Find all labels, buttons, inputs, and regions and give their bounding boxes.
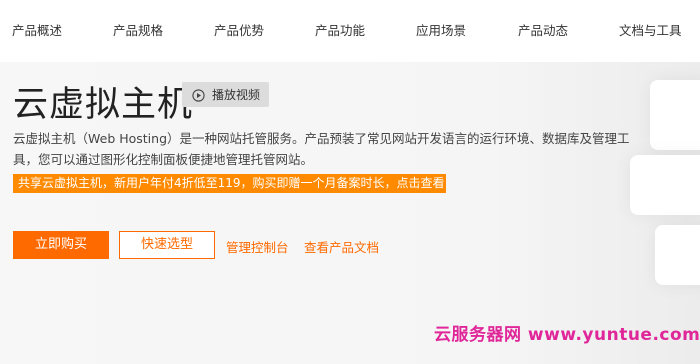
watermark: 云服务器网 www.yuntue.com bbox=[434, 325, 700, 345]
page-title: 云虚拟主机 bbox=[13, 85, 194, 125]
product-docs-link[interactable]: 查看产品文档 bbox=[304, 237, 379, 256]
nav-item-specs[interactable]: 产品规格 bbox=[113, 20, 163, 39]
nav-item-docs-tools[interactable]: 文档与工具 bbox=[619, 20, 682, 39]
promo-banner[interactable]: 共享云虚拟主机，新用户年付4折低至119，购买即赠一个月备案时长，点击查看 bbox=[13, 174, 446, 193]
decorative-shapes bbox=[620, 60, 700, 310]
nav-item-overview[interactable]: 产品概述 bbox=[12, 20, 62, 39]
nav-item-news[interactable]: 产品动态 bbox=[518, 20, 568, 39]
console-link[interactable]: 管理控制台 bbox=[226, 237, 289, 256]
play-video-button[interactable]: 播放视频 bbox=[182, 82, 269, 107]
product-description: 云虚拟主机（Web Hosting）是一种网站托管服务。产品预装了常见网站开发语… bbox=[13, 131, 630, 167]
play-icon bbox=[192, 87, 205, 102]
buy-now-button[interactable]: 立即购买 bbox=[13, 231, 109, 259]
nav-item-scenarios[interactable]: 应用场景 bbox=[416, 20, 466, 39]
nav-item-features[interactable]: 产品功能 bbox=[315, 20, 365, 39]
play-video-label: 播放视频 bbox=[212, 88, 261, 102]
top-nav: 产品概述 产品规格 产品优势 产品功能 应用场景 产品动态 文档与工具 bbox=[0, 0, 700, 62]
nav-item-advantages[interactable]: 产品优势 bbox=[214, 20, 264, 39]
quick-select-button[interactable]: 快速选型 bbox=[119, 231, 215, 259]
